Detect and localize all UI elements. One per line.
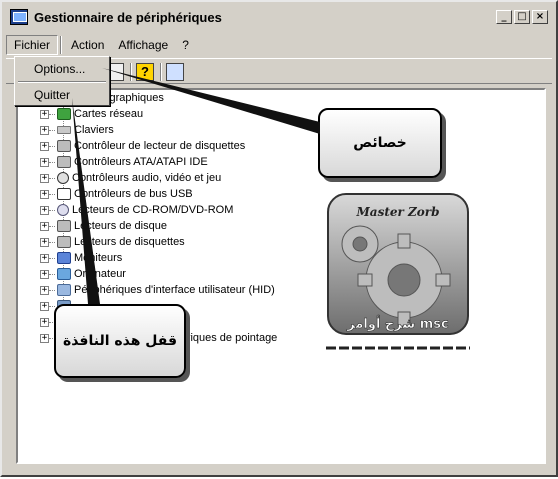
logo-bottom-text: شرح أوامر msc [346,315,448,332]
expand-icon[interactable]: + [40,253,49,263]
tree-node-label: Contrôleurs audio, vidéo et jeu [72,172,222,184]
expand-icon[interactable]: + [40,285,49,295]
close-button[interactable]: × [532,10,548,24]
fichier-dropdown-menu: Options... Quitter [14,56,110,106]
tree-connector [49,177,55,179]
tree-node-label: Lecteurs de disque [74,220,167,232]
tree-connector [49,145,55,147]
expand-icon[interactable]: + [40,205,49,215]
tree-node-label: Contrôleur de lecteur de disquettes [74,140,246,152]
menu-fichier[interactable]: Fichier [6,35,59,55]
device-manager-window: Gestionnaire de périphériques _ □ × Fich… [0,0,558,477]
callout-close-window: قفل هذه النافذة [54,304,186,378]
tree-node[interactable]: + Contrôleurs ATA/ATAPI IDE [36,154,326,170]
window-title: Gestionnaire de périphériques [34,9,222,25]
tree-node[interactable]: + Lecteurs de disquettes [36,234,326,250]
floppy-controller-icon [57,140,71,152]
tree-node-label: Contrôleurs ATA/ATAPI IDE [74,156,208,168]
menu-action[interactable]: Action [64,36,111,54]
tree-node-label: Périphériques d'interface utilisateur (H… [74,284,275,296]
tree-node-label: Lecteurs de CD-ROM/DVD-ROM [72,204,234,216]
dropdown-separator [18,81,106,83]
tree-connector [49,273,55,275]
tree-node[interactable]: + Lecteurs de CD-ROM/DVD-ROM [36,202,326,218]
tree-node[interactable]: + Moniteurs [36,250,326,266]
expand-icon[interactable]: + [40,269,49,279]
title-bar: Gestionnaire de périphériques _ □ × [4,4,554,30]
ide-controller-icon [57,156,71,168]
monitor-icon [57,252,71,264]
expand-icon[interactable]: + [40,317,49,327]
tree-node[interactable]: + Claviers [36,122,326,138]
menu-affichage[interactable]: Affichage [111,36,175,54]
tree-connector [49,241,55,243]
menu-help[interactable]: ? [175,36,196,54]
expand-icon[interactable]: + [40,221,49,231]
expand-icon[interactable]: + [40,109,49,119]
tree-connector [49,129,55,131]
menu-option-options[interactable]: Options... [18,59,106,79]
expand-icon[interactable]: + [40,141,49,151]
expand-icon[interactable]: + [40,189,49,199]
tree-connector [49,289,55,291]
expand-icon[interactable]: + [40,173,49,183]
tree-connector [49,193,55,195]
disk-drive-icon [57,220,71,232]
tree-connector [49,305,55,307]
tree-connector [49,225,55,227]
tree-connector [49,161,55,163]
tree-node[interactable]: + Ordinateur [36,266,326,282]
maximize-button[interactable]: □ [514,10,530,24]
tree-node[interactable]: + Périphériques d'interface utilisateur (… [36,282,326,298]
minimize-button[interactable]: _ [496,10,512,24]
tree-node-label: Contrôleurs de bus USB [74,188,193,200]
menu-bar: Fichier Action Affichage ? [6,34,552,56]
tree-connector [49,209,55,211]
callout-properties: خصائص [318,108,442,178]
cdrom-icon [57,204,69,216]
tree-connector [49,113,55,115]
expand-icon[interactable]: + [40,157,49,167]
toolbar-separator [130,63,132,81]
tree-node[interactable]: + Contrôleur de lecteur de disquettes [36,138,326,154]
expand-icon[interactable]: + [40,125,49,135]
tree-node-label: Cartes réseau [74,108,144,120]
floppy-drive-icon [57,236,71,248]
expand-icon[interactable]: + [40,301,49,311]
computer-icon [57,268,71,280]
logo-top-text: Master Zorb [356,205,440,219]
toolbar-separator [160,63,162,81]
tree-node-label: Ordinateur [74,268,126,280]
scan-hardware-icon[interactable] [166,63,184,81]
hid-icon [57,284,71,296]
tree-node-label: Claviers [74,124,114,136]
callout-properties-text: خصائص [353,135,407,151]
tree-node[interactable]: + Lecteurs de disque [36,218,326,234]
menu-option-quitter[interactable]: Quitter [18,85,106,105]
tree-node-label: Lecteurs de disquettes [74,236,185,248]
master-zorb-logo: Master Zorb شرح أوامر msc [324,188,474,358]
usb-icon [57,188,71,200]
expand-icon[interactable]: + [40,333,49,343]
tree-node[interactable]: + Contrôleurs de bus USB [36,186,326,202]
tree-node[interactable]: + Cartes réseau [36,106,326,122]
menu-divider [60,36,63,54]
keyboard-icon [57,126,71,134]
help-icon[interactable]: ? [136,63,154,81]
tree-node[interactable]: + Contrôleurs audio, vidéo et jeu [36,170,326,186]
tree-connector [49,257,55,259]
device-manager-icon [10,9,28,25]
expand-icon[interactable]: + [40,237,49,247]
sound-icon [57,172,69,184]
callout-close-text: قفل هذه النافذة [62,333,178,349]
window-controls: _ □ × [496,10,548,24]
network-card-icon [57,108,71,120]
tree-node-label: Moniteurs [74,252,123,264]
